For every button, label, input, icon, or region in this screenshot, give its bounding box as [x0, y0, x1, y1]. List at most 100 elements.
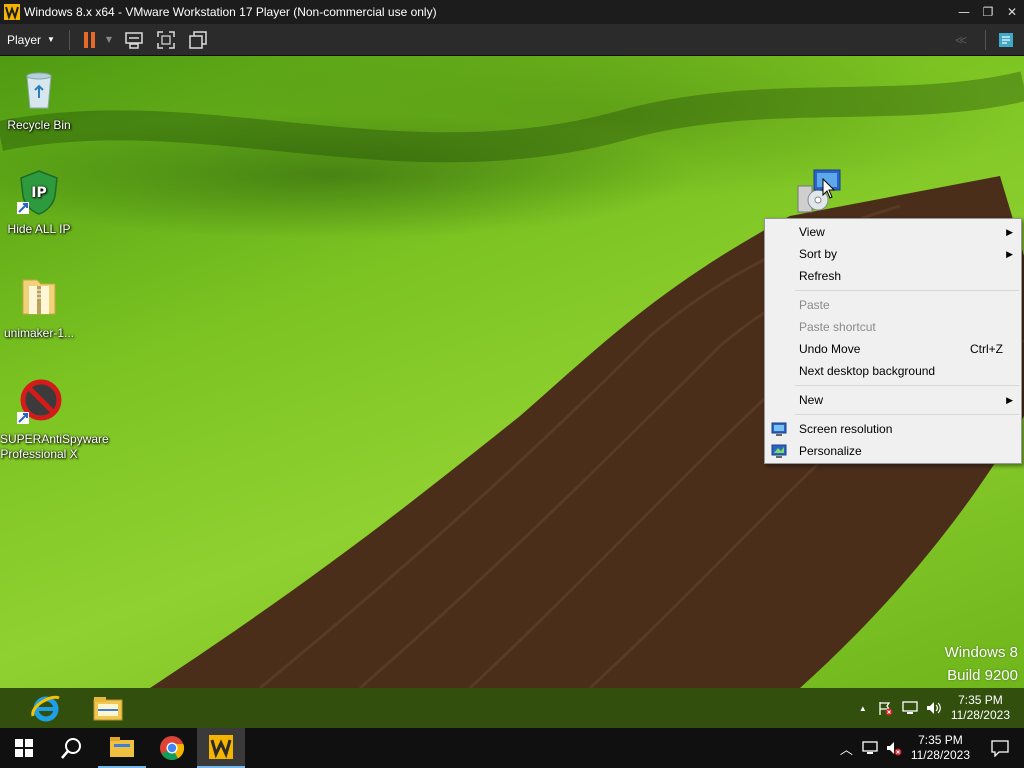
menu-item-screen-resolution[interactable]: Screen resolution [765, 418, 1021, 440]
unity-icon [189, 30, 207, 49]
svg-text:IP: IP [31, 185, 46, 201]
menu-item-personalize[interactable]: Personalize [765, 440, 1021, 462]
player-menu-label: Player [7, 32, 42, 47]
host-system-tray: ︿ 7:35 PM 11/28/2023 [840, 728, 1024, 768]
guest-clock[interactable]: 7:35 PM 11/28/2023 [951, 693, 1010, 723]
toolbar-divider [68, 29, 70, 50]
back-button[interactable]: ≪ [947, 26, 975, 54]
volume-icon[interactable] [925, 700, 943, 716]
vmware-logo-icon [4, 4, 20, 20]
host-taskbar: ︿ 7:35 PM 11/28/2023 [0, 728, 1024, 768]
windows-watermark-version: Windows 8 [944, 644, 1018, 661]
host-show-hidden-icons-button[interactable]: ︿ [840, 739, 853, 758]
desktop-icon-label: SUPERAntiSpyware Professional X [0, 432, 109, 461]
guest-system-tray: ▲ 7:35 PM 11/28/2023 [859, 688, 1024, 728]
host-network-icon[interactable] [861, 740, 879, 756]
personalize-icon [771, 444, 787, 458]
host-search-button[interactable] [48, 728, 96, 768]
menu-item-label: Sort by [799, 247, 838, 261]
folder-zip-icon [22, 279, 56, 315]
internet-explorer-icon [31, 695, 60, 722]
send-ctrl-alt-del-button[interactable] [120, 26, 148, 54]
file-explorer-icon [93, 697, 123, 721]
menu-item-label: Refresh [799, 269, 842, 283]
menu-item-label: Screen resolution [799, 422, 893, 436]
menu-item-label: Undo Move [799, 342, 861, 356]
menu-separator [795, 290, 1019, 291]
minimize-button[interactable]: — [952, 0, 976, 24]
search-icon [61, 738, 81, 759]
host-taskbar-vmware-player[interactable] [197, 728, 245, 768]
desktop-icon-recycle-bin[interactable]: Recycle Bin [0, 64, 78, 133]
window-title: Windows 8.x x64 - VMware Workstation 17 … [24, 5, 437, 19]
guest-taskbar: ▲ 7:35 PM 11/28/2023 [0, 688, 1024, 728]
back-icon: ≪ [954, 32, 968, 47]
windows-watermark-build: Build 9200 [947, 667, 1018, 684]
menu-item-label: Next desktop background [799, 364, 936, 378]
message-log-button[interactable] [992, 26, 1020, 54]
action-center-flag-icon[interactable] [877, 700, 893, 716]
desktop-context-menu: View ▶ Sort by ▶ Refresh Paste Paste sho… [764, 218, 1022, 464]
vm-toolbar: Player ▼ ▼ ≪ [0, 24, 1024, 56]
dropdown-icon: ▼ [105, 35, 113, 44]
chrome-icon [160, 736, 185, 761]
close-button[interactable]: ✕ [1000, 0, 1024, 24]
start-icon [15, 739, 33, 757]
guest-clock-date: 11/28/2023 [950, 708, 1010, 722]
menu-item-view[interactable]: View ▶ [765, 221, 1021, 243]
menu-item-label: New [799, 393, 824, 407]
desktop-icon-label: Hide ALL IP [7, 222, 71, 236]
menu-item-undo-move[interactable]: Undo Move Ctrl+Z [765, 338, 1021, 360]
desktop-icon-label: Recycle Bin [7, 118, 71, 132]
maximize-button[interactable]: ❐ [976, 0, 1000, 24]
host-clock-date: 11/28/2023 [910, 748, 970, 762]
vmware-player-icon [209, 735, 233, 759]
desktop-icon-label: unimaker-1... [3, 326, 75, 340]
menu-item-paste: Paste [765, 294, 1021, 316]
host-taskbar-file-explorer[interactable] [98, 728, 146, 768]
menu-item-label: Paste shortcut [799, 320, 876, 334]
network-icon[interactable] [901, 700, 919, 716]
desktop-icon-hide-all-ip[interactable]: IP Hide ALL IP [0, 168, 78, 237]
menu-separator [795, 414, 1019, 415]
pause-button[interactable] [76, 26, 104, 54]
show-hidden-icons-button[interactable]: ▲ [859, 704, 867, 713]
menu-item-paste-shortcut: Paste shortcut [765, 316, 1021, 338]
pause-icon [83, 31, 95, 48]
menu-item-label: Personalize [799, 444, 862, 458]
host-clock[interactable]: 7:35 PM 11/28/2023 [911, 733, 970, 763]
desktop-icon-unimaker[interactable]: unimaker-1... [0, 272, 78, 341]
desktop-icon-superantispyware[interactable]: SUPERAntiSpyware Professional X [0, 378, 109, 462]
menu-item-label: View [799, 225, 825, 239]
submenu-arrow-icon: ▶ [1006, 395, 1013, 405]
hide-all-ip-icon: IP [17, 170, 58, 215]
player-menu-button[interactable]: Player ▼ [0, 24, 63, 55]
submenu-arrow-icon: ▶ [1006, 249, 1013, 259]
recycle-bin-icon [26, 72, 52, 109]
menu-item-sort-by[interactable]: Sort by ▶ [765, 243, 1021, 265]
menu-item-refresh[interactable]: Refresh [765, 265, 1021, 287]
chevron-down-icon: ▼ [47, 35, 55, 44]
menu-item-label: Paste [799, 298, 830, 312]
file-explorer-icon [110, 737, 134, 757]
guest-clock-time: 7:35 PM [958, 693, 1003, 707]
host-taskbar-chrome[interactable] [148, 728, 196, 768]
host-volume-muted-icon[interactable] [885, 740, 903, 756]
mouse-pointer-icon [822, 178, 836, 199]
submenu-arrow-icon: ▶ [1006, 227, 1013, 237]
unity-button[interactable] [184, 26, 212, 54]
vm-title-bar: Windows 8.x x64 - VMware Workstation 17 … [0, 0, 1024, 24]
menu-separator [795, 385, 1019, 386]
menu-item-shortcut: Ctrl+Z [970, 342, 1003, 356]
superantispyware-icon [17, 379, 62, 424]
menu-item-next-desktop-background[interactable]: Next desktop background [765, 360, 1021, 382]
pause-dropdown-button[interactable]: ▼ [102, 26, 116, 54]
host-start-button[interactable] [0, 728, 48, 768]
toolbar-divider [985, 29, 986, 50]
host-clock-time: 7:35 PM [918, 733, 963, 747]
taskbar-internet-explorer[interactable] [28, 690, 64, 726]
notifications-icon[interactable] [990, 739, 1010, 757]
full-screen-button[interactable] [152, 26, 180, 54]
taskbar-file-explorer[interactable] [90, 690, 126, 726]
menu-item-new[interactable]: New ▶ [765, 389, 1021, 411]
